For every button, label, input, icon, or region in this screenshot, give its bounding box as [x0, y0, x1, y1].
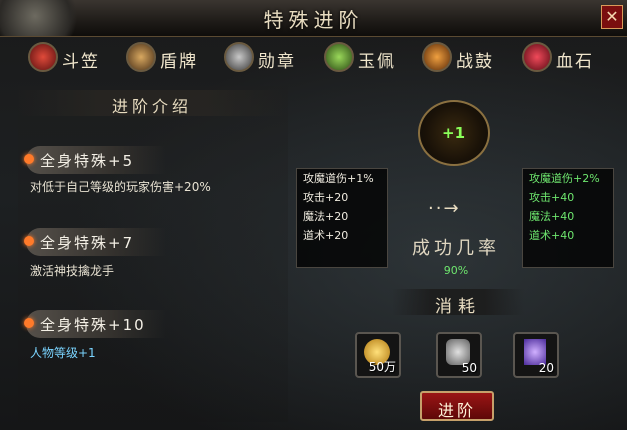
intro-entry-desc: 对低于自己等级的玩家伤害+20% [30, 180, 211, 194]
next-stats-box: 攻魔道伤+2% 攻击+40 魔法+40 道术+40 [522, 168, 614, 268]
bullet-icon [24, 318, 34, 328]
tab-label: 血石 [556, 52, 594, 72]
advance-button-label: 进阶 [437, 401, 476, 420]
intro-entry-title: 全身特殊+10 [24, 310, 166, 338]
advance-button[interactable]: 进阶 [420, 391, 494, 421]
cost-item-qty: 50 [461, 361, 477, 375]
intro-entry-title: 全身特殊+5 [24, 146, 166, 174]
success-rate-value: 90% [443, 264, 469, 277]
medal-icon [224, 42, 254, 72]
current-stat: 攻魔道伤+1% [303, 172, 374, 185]
cost-heading-text: 消耗 [435, 297, 481, 317]
tab-label: 玉佩 [358, 52, 396, 72]
intro-entry-title-text: 全身特殊+5 [40, 152, 135, 170]
current-stat: 魔法+20 [303, 210, 349, 223]
intro-entry-desc: 激活神技擒龙手 [30, 264, 115, 278]
tab-label: 斗笠 [62, 52, 100, 72]
equipment-preview-icon: +1 [418, 100, 490, 166]
cost-heading: 消耗 [392, 289, 524, 317]
window-title: 特殊进阶 [263, 8, 364, 32]
next-stat: 魔法+40 [529, 210, 575, 223]
close-button[interactable]: ✕ [601, 5, 623, 29]
drum-icon [422, 42, 452, 72]
tab-label: 勋章 [258, 52, 296, 72]
intro-entry-title-text: 全身特殊+10 [40, 316, 146, 334]
next-stat: 攻击+40 [529, 191, 575, 204]
success-rate-label: 成功几率 [412, 238, 500, 259]
bullet-icon [24, 154, 34, 164]
current-stat: 道术+20 [303, 229, 349, 242]
intro-entry-title-text: 全身特殊+7 [40, 234, 135, 252]
next-stat: 攻魔道伤+2% [529, 172, 600, 185]
jade-icon [324, 42, 354, 72]
intro-entry-desc: 人物等级+1 [30, 346, 96, 360]
cost-item-qty: 50万 [368, 360, 396, 374]
special-advance-window: 特殊进阶 ✕ 斗笠 盾牌 勋章 玉佩 战鼓 血石 进阶介绍 全身特殊+5 对低于… [0, 0, 627, 430]
shield-icon [126, 42, 156, 72]
cost-item-crystal[interactable]: 20 [513, 332, 559, 378]
item-level-label: +1 [442, 124, 466, 142]
current-stats-box: 攻魔道伤+1% 攻击+20 魔法+20 道术+20 [296, 168, 388, 268]
cost-item-ore[interactable]: 50 [436, 332, 482, 378]
hat-icon [28, 42, 58, 72]
bullet-icon [24, 236, 34, 246]
tab-label: 战鼓 [456, 52, 494, 72]
bloodstone-icon [522, 42, 552, 72]
tab-label: 盾牌 [160, 52, 198, 72]
cost-item-qty: 20 [538, 361, 554, 375]
arrow-right-icon: ··→ [428, 198, 461, 219]
intro-entry-title: 全身特殊+7 [24, 228, 166, 256]
next-stat: 道术+40 [529, 229, 575, 242]
title-bar: 特殊进阶 ✕ [0, 0, 627, 37]
intro-heading-text: 进阶介绍 [111, 97, 192, 116]
intro-heading: 进阶介绍 [18, 90, 286, 116]
current-stat: 攻击+20 [303, 191, 349, 204]
cost-item-gold[interactable]: 50万 [355, 332, 401, 378]
